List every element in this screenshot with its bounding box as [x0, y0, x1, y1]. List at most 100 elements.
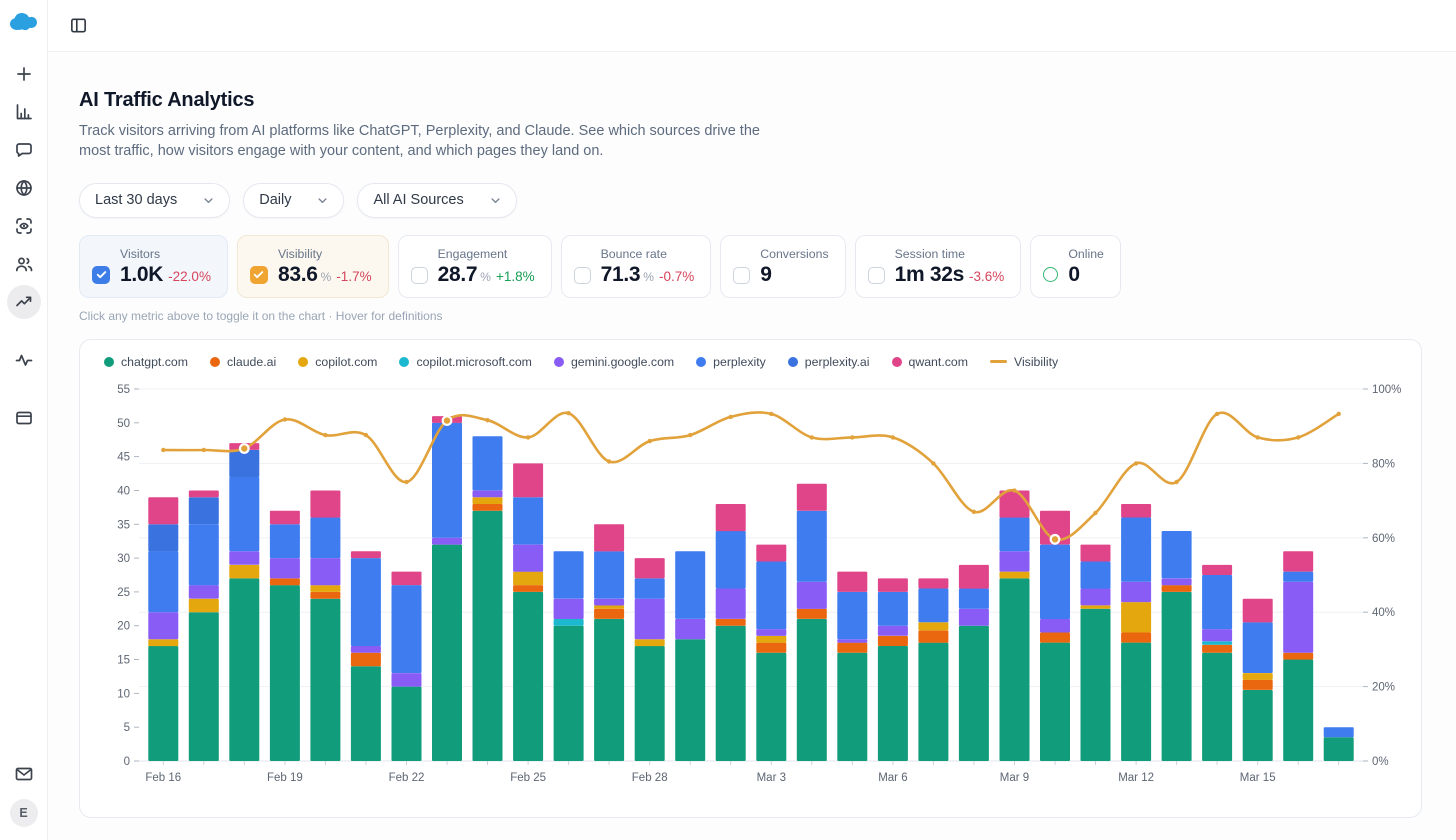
bar-segment-qwant-com[interactable] — [1283, 551, 1313, 571]
bar-segment-qwant-com[interactable] — [878, 578, 908, 592]
metric-card-engagement[interactable]: Engagement28.7%+1.8% — [398, 235, 552, 298]
bar-segment-claude-ai[interactable] — [797, 608, 827, 618]
bar-segment-perplexity[interactable] — [229, 476, 259, 550]
sidebar-item-analytics[interactable] — [12, 100, 36, 124]
bar-segment-qwant-com[interactable] — [959, 564, 989, 588]
bar-segment-qwant-com[interactable] — [189, 490, 219, 497]
legend-item-perplexity[interactable]: perplexity — [696, 355, 766, 369]
bar-segment-claude-ai[interactable] — [1202, 644, 1232, 652]
bar-segment-gemini-google-com[interactable] — [1081, 588, 1111, 605]
bar-segment-chatgpt-com[interactable] — [1283, 659, 1313, 761]
bar-segment-chatgpt-com[interactable] — [878, 646, 908, 761]
visibility-point[interactable] — [1093, 510, 1097, 514]
bar-segment-copilot-com[interactable] — [1121, 602, 1151, 632]
legend-item-copilot-microsoft-com[interactable]: copilot.microsoft.com — [399, 355, 532, 369]
bar-segment-perplexity[interactable] — [189, 524, 219, 585]
bar-segment-perplexity[interactable] — [148, 551, 178, 612]
visibility-point[interactable] — [972, 509, 976, 513]
bar-segment-chatgpt-com[interactable] — [1162, 591, 1192, 760]
bar-segment-perplexity[interactable] — [351, 558, 381, 646]
visibility-point[interactable] — [769, 411, 773, 415]
bar-segment-copilot-microsoft-com[interactable] — [554, 619, 584, 626]
bar-segment-qwant-com[interactable] — [635, 558, 665, 578]
visibility-point[interactable] — [810, 435, 814, 439]
bar-segment-qwant-com[interactable] — [1202, 564, 1232, 574]
bar-segment-claude-ai[interactable] — [1121, 632, 1151, 642]
bar-segment-perplexity[interactable] — [1121, 517, 1151, 581]
sidebar-item-web[interactable] — [12, 176, 36, 200]
bar-segment-copilot-com[interactable] — [148, 639, 178, 646]
sidebar-item-monitoring[interactable] — [12, 214, 36, 238]
bar-segment-claude-ai[interactable] — [918, 630, 948, 642]
bar-segment-gemini-google-com[interactable] — [959, 608, 989, 625]
metric-card-session-time[interactable]: Session time1m 32s-3.6% — [855, 235, 1022, 298]
visibility-point[interactable] — [1012, 488, 1016, 492]
visibility-point[interactable] — [404, 479, 408, 483]
bar-segment-gemini-google-com[interactable] — [554, 598, 584, 618]
bar-segment-copilot-com[interactable] — [1000, 571, 1030, 578]
legend-item-visibility[interactable]: Visibility — [990, 355, 1058, 369]
metric-checkbox-unchecked[interactable] — [868, 267, 885, 284]
metric-card-visitors[interactable]: Visitors1.0K-22.0% — [79, 235, 228, 298]
bar-segment-chatgpt-com[interactable] — [432, 544, 462, 760]
bar-segment-qwant-com[interactable] — [716, 504, 746, 531]
bar-segment-chatgpt-com[interactable] — [351, 666, 381, 761]
visibility-point[interactable] — [323, 432, 327, 436]
bar-segment-copilot-com[interactable] — [594, 605, 624, 608]
bar-segment-perplexity[interactable] — [959, 588, 989, 608]
bar-segment-gemini-google-com[interactable] — [797, 581, 827, 608]
visibility-point[interactable] — [891, 435, 895, 439]
bar-segment-chatgpt-com[interactable] — [959, 625, 989, 760]
bar-segment-copilot-com[interactable] — [1081, 605, 1111, 608]
bar-segment-perplexity[interactable] — [918, 588, 948, 622]
bar-segment-qwant-com[interactable] — [837, 571, 867, 591]
visibility-point[interactable] — [202, 447, 206, 451]
visibility-point-highlight[interactable] — [240, 444, 249, 453]
bar-segment-qwant-com[interactable] — [1081, 544, 1111, 561]
bar-segment-gemini-google-com[interactable] — [148, 612, 178, 639]
bar-segment-gemini-google-com[interactable] — [675, 619, 705, 639]
visibility-point[interactable] — [607, 459, 611, 463]
online-status-ring[interactable] — [1043, 267, 1058, 282]
visibility-point[interactable] — [1256, 435, 1260, 439]
bar-segment-perplexity[interactable] — [756, 561, 786, 629]
visibility-point[interactable] — [566, 411, 570, 415]
bar-segment-chatgpt-com[interactable] — [716, 625, 746, 760]
app-logo[interactable] — [7, 9, 41, 35]
user-avatar[interactable]: E — [10, 799, 38, 827]
bar-segment-gemini-google-com[interactable] — [229, 551, 259, 565]
bar-segment-chatgpt-com[interactable] — [1000, 578, 1030, 761]
bar-segment-copilot-com[interactable] — [756, 635, 786, 642]
bar-segment-perplexity[interactable] — [432, 422, 462, 537]
bar-segment-chatgpt-com[interactable] — [1324, 737, 1354, 761]
bar-segment-perplexity[interactable] — [1081, 561, 1111, 588]
bar-segment-perplexity[interactable] — [513, 497, 543, 544]
bar-segment-qwant-com[interactable] — [756, 544, 786, 561]
bar-segment-perplexity[interactable] — [675, 551, 705, 619]
visibility-point[interactable] — [931, 461, 935, 465]
visibility-point[interactable] — [283, 417, 287, 421]
bar-segment-copilot-microsoft-com[interactable] — [1202, 641, 1232, 644]
bar-segment-perplexity[interactable] — [392, 585, 422, 673]
bar-segment-chatgpt-com[interactable] — [635, 646, 665, 761]
bar-segment-perplexity-ai[interactable] — [148, 524, 178, 551]
bar-segment-chatgpt-com[interactable] — [473, 510, 503, 760]
visibility-point[interactable] — [1215, 411, 1219, 415]
bar-segment-perplexity[interactable] — [1283, 571, 1313, 581]
bar-segment-gemini-google-com[interactable] — [270, 558, 300, 578]
date-range-select[interactable]: Last 30 days — [79, 183, 230, 218]
bar-segment-chatgpt-com[interactable] — [392, 686, 422, 760]
legend-item-perplexity-ai[interactable]: perplexity.ai — [788, 355, 870, 369]
legend-item-copilot-com[interactable]: copilot.com — [298, 355, 377, 369]
bar-segment-claude-ai[interactable] — [351, 652, 381, 666]
bar-segment-copilot-com[interactable] — [229, 564, 259, 578]
bar-segment-perplexity[interactable] — [594, 551, 624, 598]
metric-checkbox-unchecked[interactable] — [733, 267, 750, 284]
bar-segment-chatgpt-com[interactable] — [1121, 642, 1151, 760]
bar-segment-perplexity[interactable] — [473, 436, 503, 490]
visibility-point[interactable] — [485, 418, 489, 422]
bar-segment-claude-ai[interactable] — [1283, 652, 1313, 659]
bar-segment-qwant-com[interactable] — [513, 463, 543, 497]
bar-segment-claude-ai[interactable] — [270, 578, 300, 585]
visibility-point[interactable] — [688, 432, 692, 436]
